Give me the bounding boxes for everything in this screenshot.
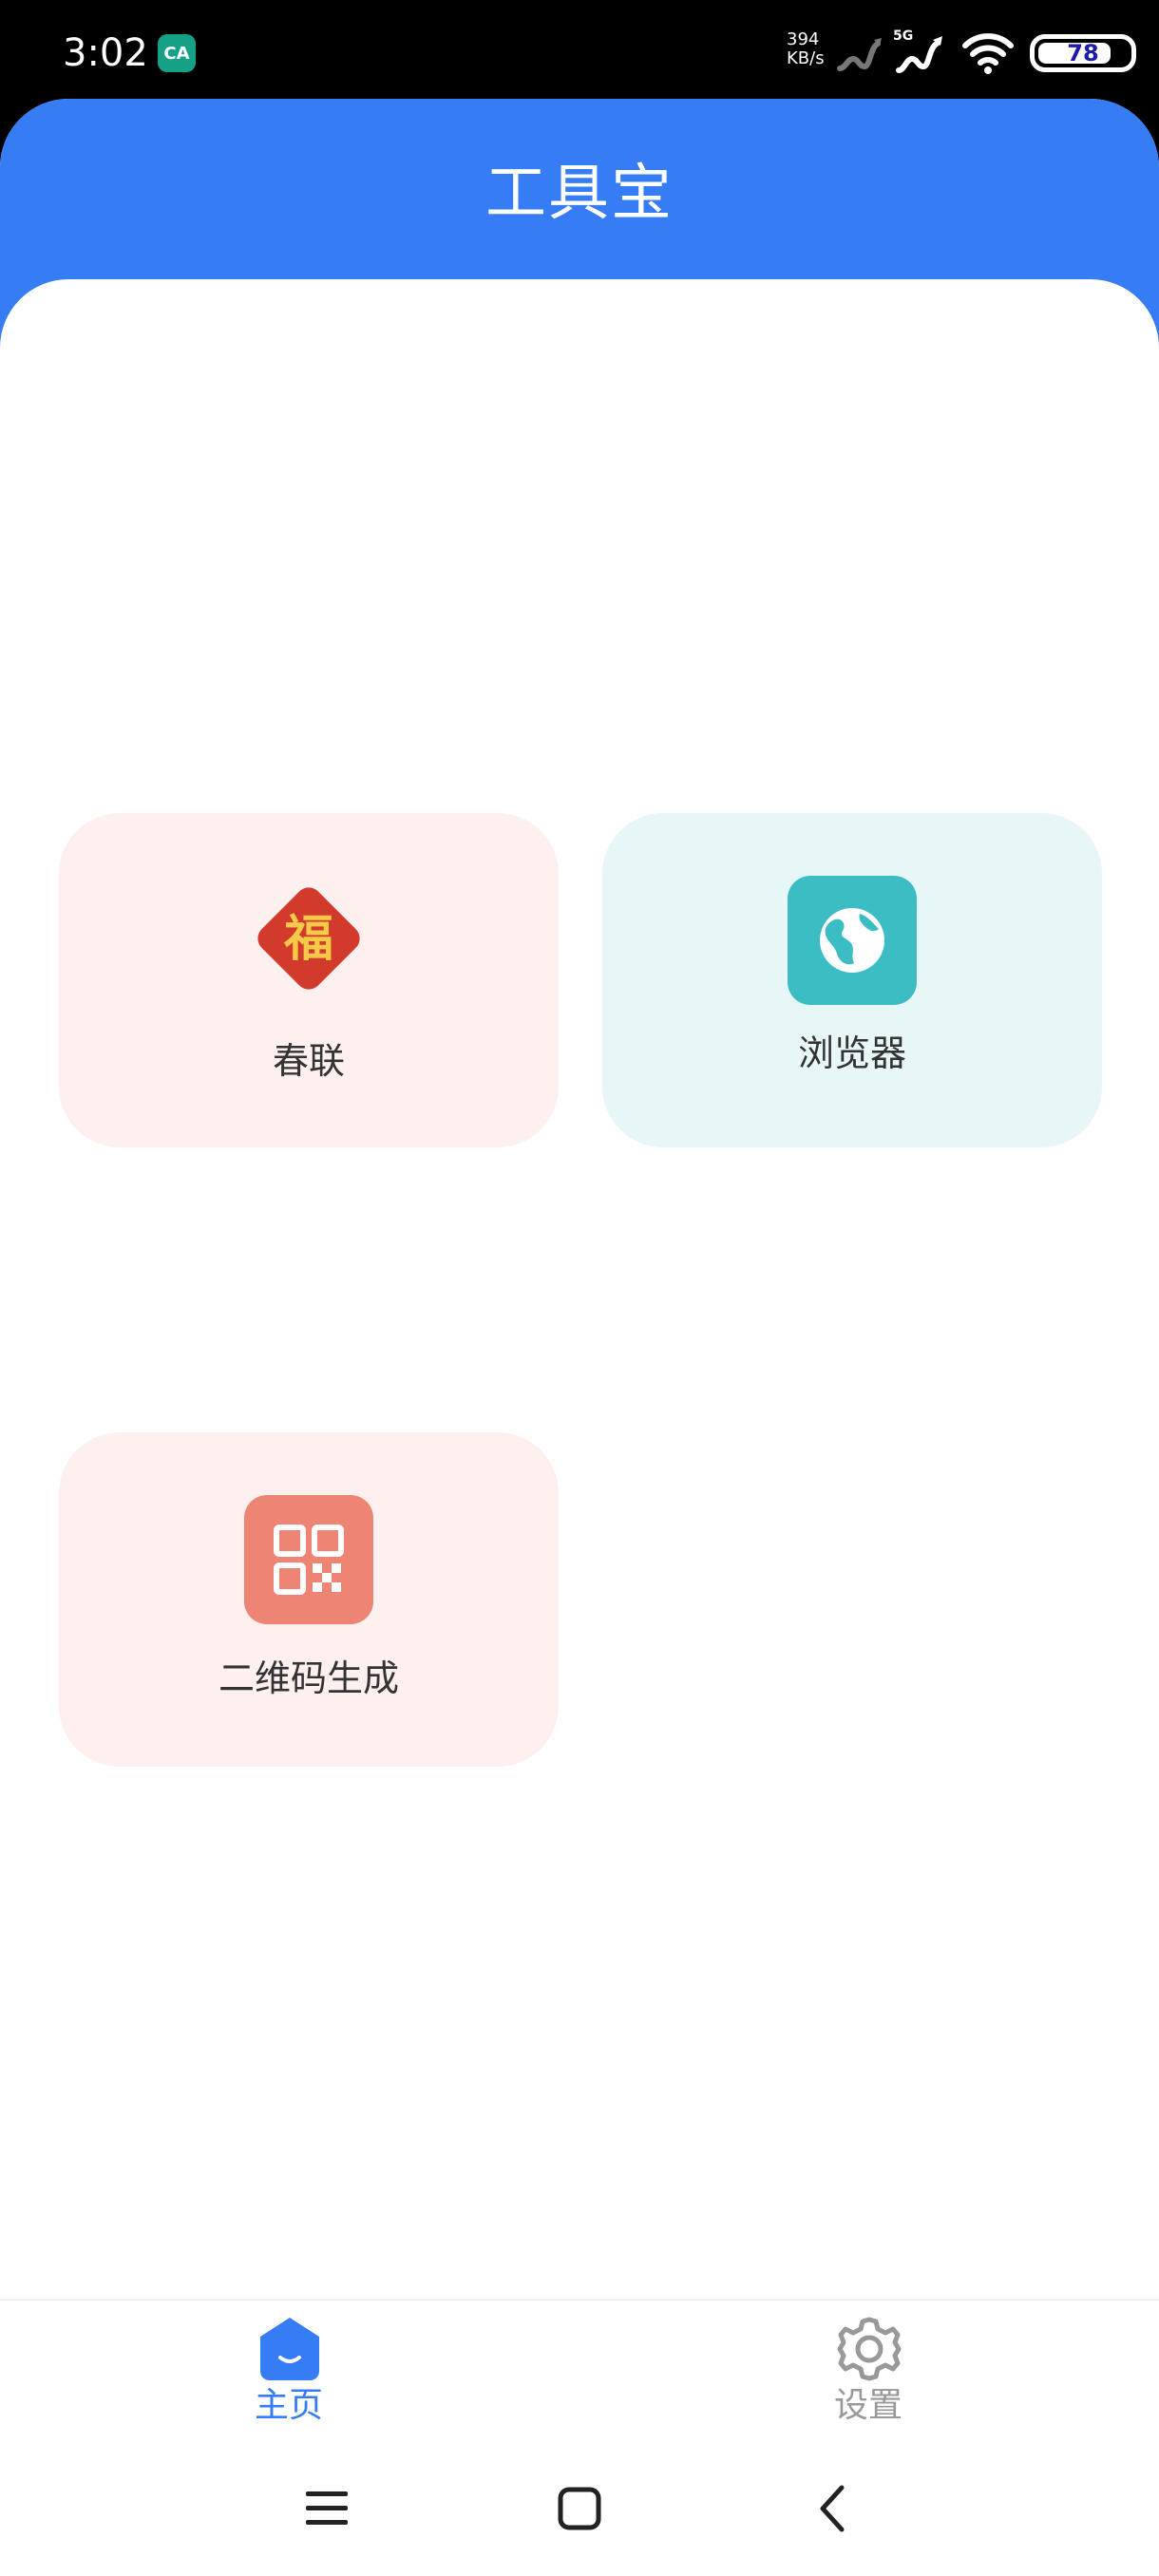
signal-sim2-icon xyxy=(896,36,942,73)
tool-card-qr-generator[interactable]: 二维码生成 xyxy=(59,1432,559,1767)
tool-label-browser: 浏览器 xyxy=(797,1032,906,1074)
recent-apps-button[interactable] xyxy=(289,2477,365,2540)
tool-label-couplets: 春联 xyxy=(272,1040,345,1082)
menu-lines-icon xyxy=(306,2491,348,2525)
system-nav-bar xyxy=(0,2443,1159,2576)
status-time: 3:02 xyxy=(63,31,148,75)
globe-icon xyxy=(788,876,917,1005)
qr-code-icon xyxy=(244,1495,373,1624)
tool-card-couplets[interactable]: 福 春联 xyxy=(59,813,559,1147)
notification-app-icon: CA xyxy=(158,34,196,72)
bottom-nav: 主页 设置 xyxy=(0,2299,1159,2443)
network-speed: 394 KB/s xyxy=(787,30,834,68)
fu-diamond-icon: 福 xyxy=(257,887,360,990)
square-icon xyxy=(558,2487,601,2530)
nav-item-settings[interactable]: 设置 xyxy=(773,2301,963,2443)
network-speed-unit: KB/s xyxy=(787,48,825,68)
home-button[interactable] xyxy=(542,2477,618,2540)
battery-percent: 78 xyxy=(1067,40,1099,66)
app-window: 工具宝 福 春联 浏览器 二维码生成 xyxy=(0,99,1159,2443)
back-button[interactable] xyxy=(794,2477,870,2540)
battery-indicator: 78 xyxy=(1030,34,1136,72)
nav-label-home: 主页 xyxy=(254,2386,323,2425)
nav-label-settings: 设置 xyxy=(833,2386,902,2425)
tool-grid: 福 春联 浏览器 二维码生成 xyxy=(0,279,1159,2397)
network-speed-value: 394 xyxy=(787,29,820,49)
signal-sim1-icon xyxy=(837,38,882,71)
tool-label-qr-generator: 二维码生成 xyxy=(218,1657,399,1699)
back-arrow-icon xyxy=(820,2485,845,2532)
page-title: 工具宝 xyxy=(485,159,674,229)
status-bar: 3:02 CA 394 KB/s 5G 78 xyxy=(0,0,1159,99)
nav-item-home[interactable]: 主页 xyxy=(194,2301,384,2443)
phone-screen: 3:02 CA 394 KB/s 5G 78 工具宝 福 春联 浏览器 二维码生… xyxy=(0,0,1159,2576)
home-icon xyxy=(260,2318,319,2380)
wifi-icon xyxy=(962,33,1014,74)
gear-icon xyxy=(837,2317,902,2381)
tool-card-browser[interactable]: 浏览器 xyxy=(602,813,1102,1147)
fu-glyph: 福 xyxy=(283,910,333,968)
